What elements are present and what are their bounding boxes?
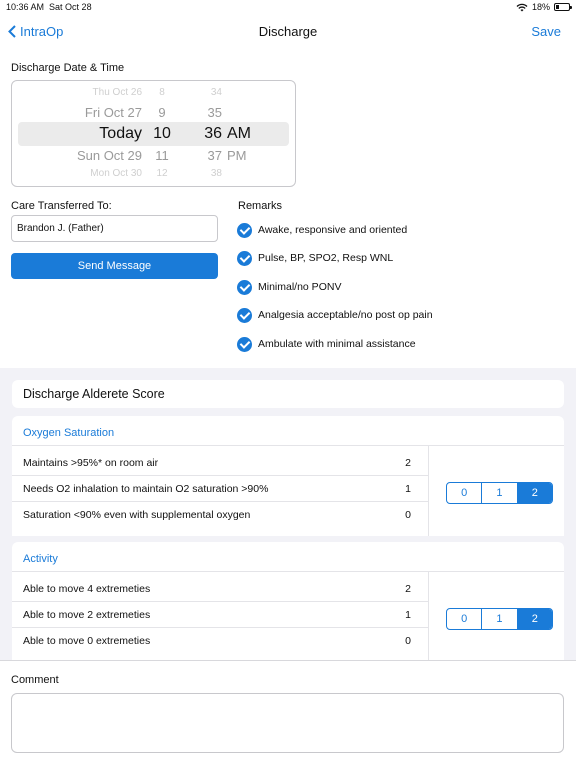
remark-item[interactable]: Analgesia acceptable/no post op pain [237,307,433,323]
checkmark-icon[interactable] [237,222,252,238]
checkmark-icon[interactable] [237,279,252,295]
remark-item[interactable]: Minimal/no PONV [237,279,341,295]
picker-row-selected[interactable]: Today 10 36 AM [12,125,295,145]
score-option-row: Saturation <90% even with supplemental o… [23,509,411,521]
remarks-label: Remarks [238,200,283,212]
group-title: Oxygen Saturation [12,416,564,446]
save-button[interactable]: Save [531,24,561,39]
wifi-icon [516,3,528,11]
picker-row[interactable]: Fri Oct 27 9 35 [12,105,295,125]
remark-item[interactable]: Awake, responsive and oriented [237,222,407,238]
page-title: Discharge [258,24,318,39]
picker-row[interactable]: Thu Oct 26 8 34 [12,87,295,107]
score-option-row: Able to move 0 extremeties 0 [23,635,411,647]
score-option-row: Able to move 4 extremeties 2 [12,576,428,602]
score-segmented-control[interactable]: 0 1 2 [446,482,553,504]
checkmark-icon[interactable] [237,307,252,323]
segment-0[interactable]: 0 [447,609,483,629]
care-transferred-field[interactable]: Brandon J. (Father) [11,215,218,242]
nav-bar: IntraOp Discharge Save [0,16,576,50]
remark-item[interactable]: Pulse, BP, SPO2, Resp WNL [237,250,393,266]
segment-0[interactable]: 0 [447,483,483,503]
score-option-row: Able to move 2 extremeties 1 [12,602,428,628]
discharge-datetime-label: Discharge Date & Time [11,62,125,74]
checkmark-icon[interactable] [237,250,252,266]
discharge-datetime-picker[interactable]: Thu Oct 26 8 34 Fri Oct 27 9 35 Today 10… [11,80,296,187]
status-bar: 10:36 AM Sat Oct 28 18% [0,0,576,16]
segment-1[interactable]: 1 [482,609,518,629]
care-transferred-label: Care Transferred To: [11,200,112,212]
send-message-button[interactable]: Send Message [11,253,218,279]
checkmark-icon[interactable] [237,336,252,352]
segment-2-selected[interactable]: 2 [517,483,552,503]
battery-percent: 18% [531,2,550,12]
group-title: Activity [12,542,564,572]
score-option-row: Maintains >95%* on room air 2 [12,450,428,476]
score-option-row: Needs O2 inhalation to maintain O2 satur… [12,476,428,502]
picker-row[interactable]: Sun Oct 29 11 37 PM [12,148,295,168]
remark-item[interactable]: Ambulate with minimal assistance [237,336,416,352]
battery-icon [554,3,572,11]
comment-label: Comment [11,674,59,686]
segment-2-selected[interactable]: 2 [517,609,552,629]
segment-1[interactable]: 1 [482,483,518,503]
picker-row[interactable]: Mon Oct 30 12 38 [12,168,295,186]
comment-textarea[interactable] [11,693,564,753]
score-segmented-control[interactable]: 0 1 2 [446,608,553,630]
comment-section: Comment [0,660,576,768]
alderete-score-title: Discharge Alderete Score [12,380,564,408]
status-time: 10:36 AM Sat Oct 28 [6,2,92,12]
